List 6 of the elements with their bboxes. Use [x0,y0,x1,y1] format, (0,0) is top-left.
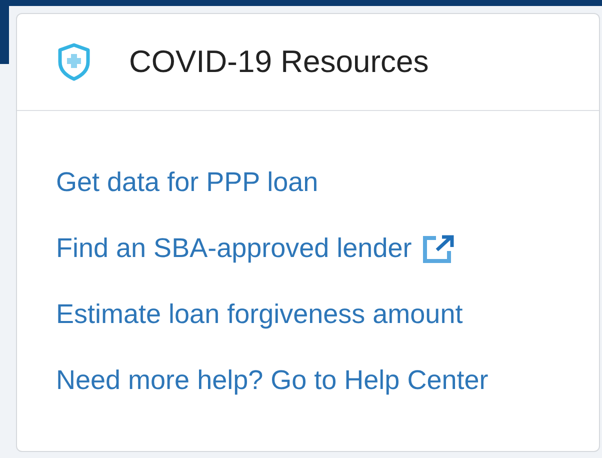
resource-link[interactable]: Get data for PPP loan [56,167,318,198]
card-title: COVID-19 Resources [129,44,429,80]
resource-link[interactable]: Need more help? Go to Help Center [56,365,488,396]
resource-link[interactable]: Find an SBA-approved lender [56,233,412,264]
shield-plus-icon [57,43,91,81]
resource-link[interactable]: Estimate loan forgiveness amount [56,299,463,330]
